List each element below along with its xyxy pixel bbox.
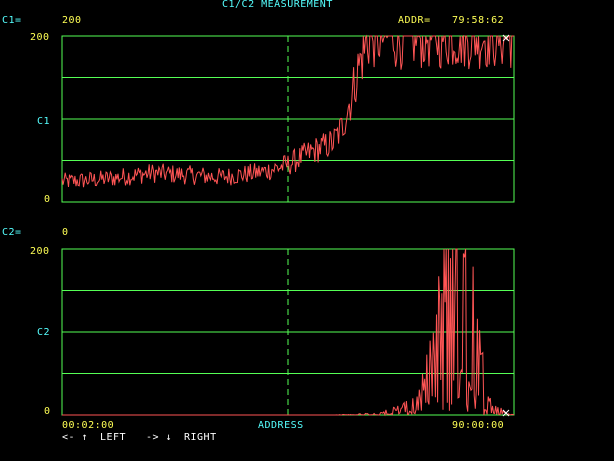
lower-plot[interactable] — [61, 248, 515, 417]
upper-plot[interactable] — [61, 34, 515, 203]
plots-canvas — [61, 34, 515, 417]
